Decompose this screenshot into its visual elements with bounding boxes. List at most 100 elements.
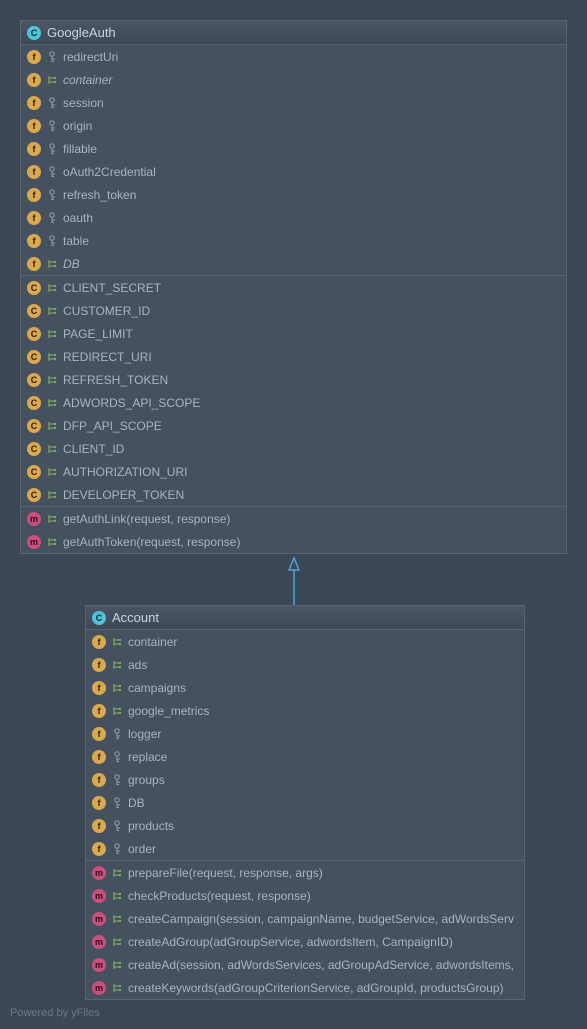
method-icon: m [27,512,41,526]
key-icon [111,751,123,763]
member-row[interactable]: C ADWORDS_API_SCOPE [21,391,566,414]
tree-icon [46,466,58,478]
tree-icon [46,305,58,317]
member-name: createKeywords(adGroupCriterionService, … [128,981,504,995]
member-name: REDIRECT_URI [63,350,152,364]
member-row[interactable]: fproducts [86,814,524,837]
member-row[interactable]: CAUTHORIZATION_URI [21,460,566,483]
member-row[interactable]: foAuth2Credential [21,160,566,183]
member-row[interactable]: freplace [86,745,524,768]
member-name: products [128,819,174,833]
member-name: oAuth2Credential [63,165,156,179]
key-icon [46,212,58,224]
member-name: ADWORDS_API_SCOPE [63,396,200,410]
member-name: createAdGroup(adGroupService, adwordsIte… [128,935,453,949]
member-row[interactable]: C REDIRECT_URI [21,345,566,368]
member-row[interactable]: mprepareFile(request, response, args) [86,861,524,884]
member-section: fcontainerfadsfcampaignsfgoogle_metricsf… [86,630,524,861]
member-row[interactable]: f session [21,91,566,114]
member-row[interactable]: fcontainer [21,68,566,91]
member-name: refresh_token [63,188,136,202]
key-icon [46,120,58,132]
member-section: fredirectUrifcontainerfsessionforiginffi… [21,45,566,276]
member-row[interactable]: CCLIENT_ID [21,437,566,460]
member-row[interactable]: m getAuthLink(request, response) [21,507,566,530]
member-name: CUSTOMER_ID [63,304,150,318]
member-name: container [63,73,112,87]
tree-icon [46,74,58,86]
member-row[interactable]: CPAGE_LIMIT [21,322,566,345]
member-row[interactable]: mcreateAd(session, adWordsServices, adGr… [86,953,524,976]
field-icon: f [27,188,41,202]
member-name: replace [128,750,167,764]
member-name: getAuthToken(request, response) [63,535,240,549]
class-name: Account [112,610,159,625]
constant-icon: C [27,373,41,387]
class-name: GoogleAuth [47,25,116,40]
member-name: DB [128,796,145,810]
class-header[interactable]: CGoogleAuth [21,21,566,45]
key-icon [46,143,58,155]
tree-icon [111,890,123,902]
member-row[interactable]: fDB [21,252,566,275]
member-row[interactable]: CREFRESH_TOKEN [21,368,566,391]
member-row[interactable]: mcheckProducts(request, response) [86,884,524,907]
member-row[interactable]: ftable [21,229,566,252]
tree-icon [46,328,58,340]
tree-icon [46,374,58,386]
class-Account[interactable]: CAccountfcontainerfadsfcampaignsfgoogle_… [85,605,525,1000]
tree-icon [46,397,58,409]
field-icon: f [27,96,41,110]
field-icon: f [92,681,106,695]
member-row[interactable]: fgoogle_metrics [86,699,524,722]
member-row[interactable]: mcreateAdGroup(adGroupService, adwordsIt… [86,930,524,953]
member-row[interactable]: C DFP_API_SCOPE [21,414,566,437]
member-row[interactable]: fgroups [86,768,524,791]
member-name: order [128,842,156,856]
field-icon: f [92,796,106,810]
constant-icon: C [27,396,41,410]
constant-icon: C [27,419,41,433]
member-row[interactable]: m getAuthToken(request, response) [21,530,566,553]
member-row[interactable]: f refresh_token [21,183,566,206]
member-row[interactable]: forder [86,837,524,860]
tree-icon [111,867,123,879]
member-name: google_metrics [128,704,209,718]
member-row[interactable]: foauth [21,206,566,229]
key-icon [46,235,58,247]
member-row[interactable]: fcontainer [86,630,524,653]
member-name: session [63,96,104,110]
member-row[interactable]: f DB [86,791,524,814]
member-row[interactable]: mcreateCampaign(session, campaignName, b… [86,907,524,930]
member-row[interactable]: fredirectUri [21,45,566,68]
key-icon [46,189,58,201]
key-icon [111,843,123,855]
member-name: getAuthLink(request, response) [63,512,230,526]
member-row[interactable]: f campaigns [86,676,524,699]
tree-icon [46,351,58,363]
member-row[interactable]: m createKeywords(adGroupCriterionService,… [86,976,524,999]
member-name: DB [63,257,80,271]
member-row[interactable]: CDEVELOPER_TOKEN [21,483,566,506]
member-row[interactable]: fads [86,653,524,676]
key-icon [111,774,123,786]
member-row[interactable]: CCLIENT_SECRET [21,276,566,299]
constant-icon: C [27,465,41,479]
member-row[interactable]: CCUSTOMER_ID [21,299,566,322]
method-icon: m [27,535,41,549]
class-header[interactable]: CAccount [86,606,524,630]
method-icon: m [92,866,106,880]
tree-icon [46,489,58,501]
constant-icon: C [27,281,41,295]
member-row[interactable]: flogger [86,722,524,745]
field-icon: f [92,727,106,741]
member-name: createCampaign(session, campaignName, bu… [128,912,514,926]
class-GoogleAuth[interactable]: CGoogleAuthfredirectUrifcontainerfsessio… [20,20,567,554]
member-row[interactable]: forigin [21,114,566,137]
method-icon: m [92,981,106,995]
member-row[interactable]: ffillable [21,137,566,160]
member-name: checkProducts(request, response) [128,889,311,903]
member-name: DFP_API_SCOPE [63,419,162,433]
constant-icon: C [27,350,41,364]
member-name: campaigns [128,681,186,695]
